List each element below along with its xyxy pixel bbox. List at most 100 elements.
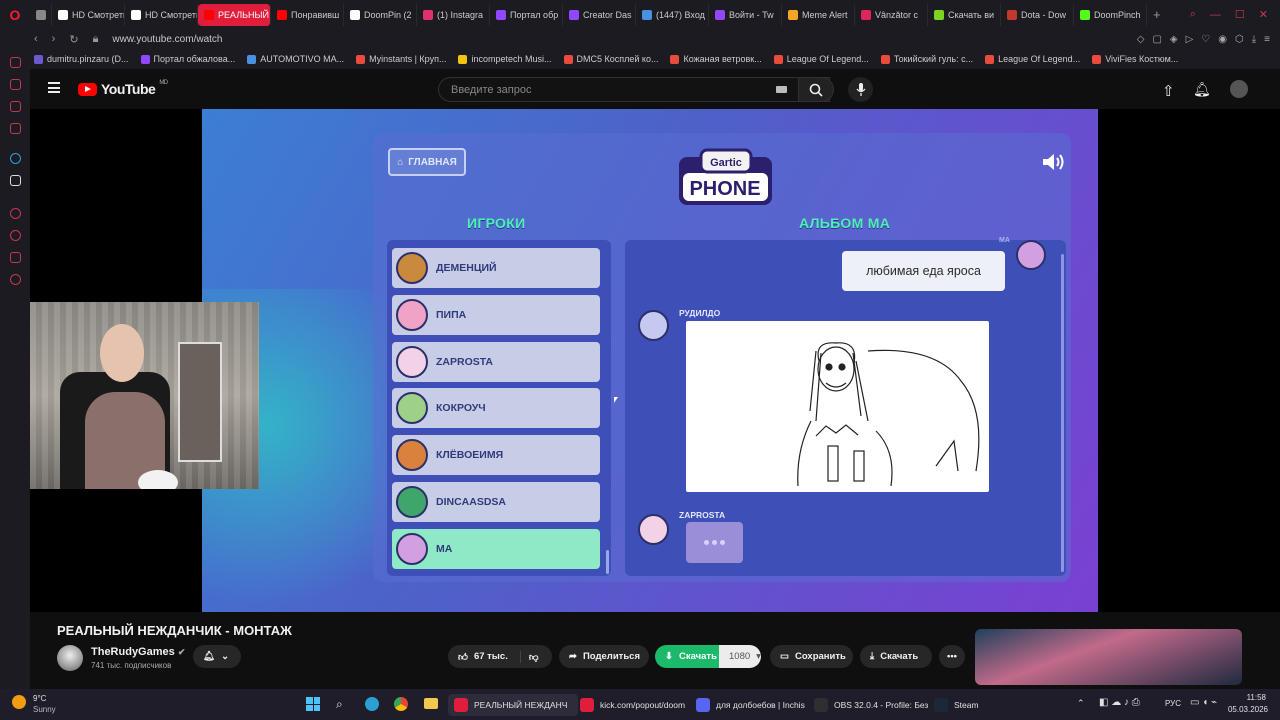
subscribe-bell-button[interactable]: 🔔︎ ⌄ bbox=[193, 645, 241, 668]
taskbar-app[interactable]: OBS 32.0.4 - Profile: Без bbox=[808, 694, 934, 716]
browser-tab[interactable]: РЕАЛЬНЫЙ НЕЖ bbox=[198, 3, 271, 26]
shield-icon[interactable]: ◈ bbox=[1170, 34, 1178, 45]
sidebar-x-icon[interactable] bbox=[10, 175, 21, 186]
new-tab-button[interactable]: + bbox=[1147, 4, 1167, 26]
browser-tab[interactable]: HD Смотреть с bbox=[125, 3, 198, 26]
browser-tab[interactable]: Vânzător c bbox=[855, 3, 928, 26]
like-button[interactable]: 👍︎ 67 тыс. 👎︎ bbox=[448, 645, 552, 668]
tray-expand-icon[interactable]: ⌃ bbox=[1077, 698, 1085, 709]
sidebar-history-icon[interactable] bbox=[10, 230, 21, 241]
reload-icon[interactable]: ↻ bbox=[69, 33, 78, 46]
bookmark-item[interactable]: dumitru.pinzaru (D... bbox=[34, 54, 129, 64]
bookmark-item[interactable]: AUTOMOTIVO MA... bbox=[247, 54, 344, 64]
album-scrollbar[interactable] bbox=[1061, 254, 1064, 572]
minimize-icon[interactable]: — bbox=[1210, 9, 1221, 21]
close-icon[interactable]: ✕ bbox=[1259, 8, 1268, 21]
browser-tab[interactable]: Портал обр bbox=[490, 3, 563, 26]
snapshot-icon[interactable]: ▢ bbox=[1152, 34, 1161, 45]
taskbar-app[interactable]: РЕАЛЬНЫЙ НЕЖДАНЧ bbox=[448, 694, 578, 716]
browser-tab[interactable]: Creator Das bbox=[563, 3, 636, 26]
account-avatar[interactable] bbox=[1230, 80, 1248, 98]
chrome-icon[interactable] bbox=[394, 697, 408, 711]
sidebar-speed-dial-icon[interactable] bbox=[10, 57, 21, 68]
bookmark-icon[interactable]: ◇ bbox=[1137, 34, 1145, 45]
youtube-logo[interactable]: YouTube MD bbox=[78, 80, 168, 97]
download-button[interactable]: ⤓ Скачать bbox=[860, 645, 932, 668]
url-field[interactable]: www.youtube.com/watch bbox=[112, 34, 222, 45]
forward-icon[interactable]: › bbox=[52, 33, 56, 46]
taskbar-search-icon[interactable]: ⌕ bbox=[336, 697, 343, 712]
edge-icon[interactable] bbox=[365, 697, 379, 711]
menu-icon[interactable]: ≡ bbox=[1264, 34, 1270, 45]
home-button[interactable]: ⌂ ГЛАВНАЯ bbox=[388, 148, 466, 176]
bookmark-item[interactable]: Кожаная ветровк... bbox=[670, 54, 762, 64]
download-icon[interactable]: ⤓ bbox=[1252, 34, 1256, 45]
bookmark-item[interactable]: incompetech Musi... bbox=[458, 54, 552, 64]
browser-tab[interactable]: Dota - Dow bbox=[1001, 3, 1074, 26]
browser-tab[interactable] bbox=[30, 3, 52, 26]
channel-avatar[interactable] bbox=[57, 645, 83, 671]
browser-tab[interactable]: HD Смотреть о bbox=[52, 3, 125, 26]
channel-name[interactable]: TheRudyGames ✔ bbox=[91, 646, 185, 658]
keyboard-icon[interactable] bbox=[776, 86, 787, 93]
heart-icon[interactable]: ♡ bbox=[1201, 34, 1210, 45]
sidebar-settings-icon[interactable] bbox=[10, 274, 21, 285]
notifications-bell-icon[interactable]: 🔔︎ bbox=[1193, 81, 1211, 98]
browser-tab[interactable]: Войти - Tw bbox=[709, 3, 782, 26]
explorer-icon[interactable] bbox=[424, 698, 438, 709]
search-button[interactable] bbox=[798, 77, 834, 102]
browser-tab[interactable]: DoomPin (2 bbox=[344, 3, 417, 26]
sidebar-telegram-icon[interactable] bbox=[10, 153, 21, 164]
back-icon[interactable]: ‹ bbox=[34, 33, 38, 46]
upload-icon[interactable]: ⇧ bbox=[1162, 82, 1175, 100]
download-ext-button[interactable]: ⬇ Скачать bbox=[655, 645, 719, 668]
bookmark-item[interactable]: Токийский гуль: с... bbox=[880, 54, 973, 64]
video-player[interactable]: ⌂ ГЛАВНАЯ Gartic PHONE ИГРОКИ АЛЬБОМ MA … bbox=[30, 109, 1280, 612]
browser-tab[interactable]: DoomPinch bbox=[1074, 3, 1147, 26]
more-actions-button[interactable]: ••• bbox=[939, 645, 965, 668]
voice-search-button[interactable] bbox=[848, 77, 873, 102]
browser-tab[interactable]: Meme Alert bbox=[782, 3, 855, 26]
sidebar-player-icon[interactable] bbox=[10, 208, 21, 219]
clock-time[interactable]: 11:58 bbox=[1230, 693, 1266, 702]
sidebar-instagram-icon[interactable] bbox=[10, 101, 21, 112]
quality-select[interactable]: 1080 ▾ bbox=[719, 645, 761, 668]
recommended-video-thumbnail[interactable] bbox=[975, 629, 1242, 685]
share-button[interactable]: ➦ Поделиться bbox=[559, 645, 649, 668]
browser-tab[interactable]: Скачать ви bbox=[928, 3, 1001, 26]
browser-tab[interactable]: Понравивш bbox=[271, 3, 344, 26]
bookmark-item[interactable]: DMC5 Косплей ко... bbox=[563, 54, 658, 64]
bookmark-item[interactable]: ViviFies Костюм... bbox=[1092, 54, 1178, 64]
extensions-icon[interactable]: ⬡ bbox=[1235, 34, 1244, 45]
play-icon[interactable]: ▷ bbox=[1186, 34, 1194, 45]
bookmark-item[interactable]: Myinstants | Круп... bbox=[356, 54, 446, 64]
dislike-icon[interactable]: 👎︎ bbox=[519, 650, 539, 663]
vpn-icon[interactable]: ◉ bbox=[1218, 34, 1227, 45]
players-scrollbar[interactable] bbox=[606, 550, 609, 574]
search-tabs-icon[interactable]: ⌕ bbox=[1190, 8, 1196, 21]
sidebar-workspace-icon[interactable] bbox=[10, 79, 21, 90]
search-input[interactable]: Введите запрос bbox=[438, 77, 830, 102]
browser-tab[interactable]: (1447) Вход bbox=[636, 3, 709, 26]
language-indicator[interactable]: РУС bbox=[1165, 699, 1181, 708]
maximize-icon[interactable]: ☐ bbox=[1235, 8, 1245, 21]
network-volume-icons[interactable]: ▭ ◖ ⌁ bbox=[1190, 697, 1217, 708]
speaker-icon[interactable] bbox=[1042, 153, 1066, 171]
bookmark-item[interactable]: League Of Legend... bbox=[773, 54, 869, 64]
hamburger-menu-icon[interactable] bbox=[48, 82, 60, 93]
opera-logo-icon[interactable]: O bbox=[0, 0, 30, 29]
tray-icons[interactable]: ◧ ☁ ♪ ⎙ bbox=[1099, 697, 1140, 708]
sidebar-extensions-icon[interactable] bbox=[10, 252, 21, 263]
save-button[interactable]: ▭ Сохранить bbox=[770, 645, 853, 668]
bookmark-item[interactable]: Портал обжалова... bbox=[140, 54, 235, 64]
bookmark-item[interactable]: League Of Legend... bbox=[985, 54, 1080, 64]
taskbar-app[interactable]: для долбоебов | Inchis bbox=[690, 694, 814, 716]
taskbar-app[interactable]: kick.com/popout/doom bbox=[574, 694, 698, 716]
clock-date[interactable]: 05.03.2026 bbox=[1222, 705, 1268, 714]
player-row: КОКРОУЧ bbox=[392, 388, 600, 429]
start-button[interactable] bbox=[306, 697, 320, 711]
taskbar-app[interactable]: Steam bbox=[928, 694, 992, 716]
browser-tab[interactable]: (1) Instagra bbox=[417, 3, 490, 26]
bookmark-favicon-icon bbox=[773, 54, 783, 64]
sidebar-youtube-icon[interactable] bbox=[10, 123, 21, 134]
